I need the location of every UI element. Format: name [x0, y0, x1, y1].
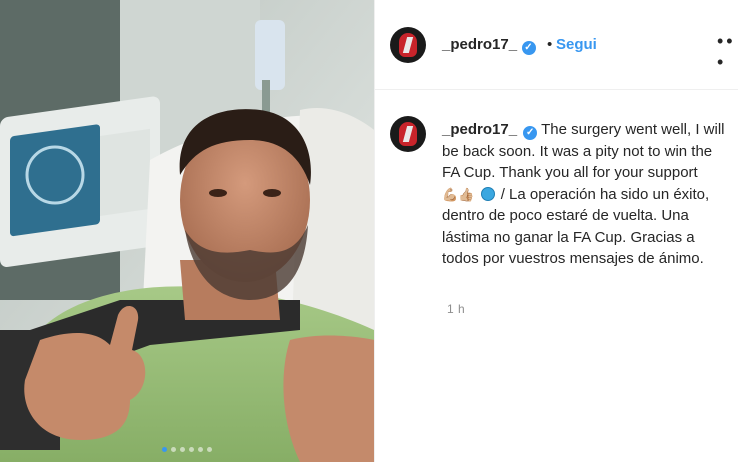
avatar[interactable]	[390, 116, 426, 152]
carousel-dot[interactable]	[189, 447, 194, 452]
carousel-dot[interactable]	[198, 447, 203, 452]
post-image	[0, 0, 374, 462]
emoji-muscle-thumbs: 💪🏼👍🏼	[442, 186, 475, 202]
post-side-panel: _pedro17_ ✓ • Segui • • • _pedro17_ ✓ Th…	[374, 0, 738, 462]
blue-circle-emoji-icon	[480, 186, 495, 201]
header-username-wrap: _pedro17_ ✓	[442, 36, 536, 55]
verified-badge-icon: ✓	[521, 41, 536, 55]
separator-dot: •	[547, 36, 553, 53]
post-timestamp[interactable]: 1 h	[447, 302, 465, 316]
carousel-dot[interactable]	[207, 447, 212, 452]
carousel-dot[interactable]	[162, 447, 167, 452]
caption-username-link[interactable]: _pedro17_	[442, 121, 517, 138]
post-photo[interactable]	[0, 0, 374, 462]
carousel-dots	[0, 447, 374, 452]
avatar[interactable]	[390, 27, 426, 63]
caption-text: _pedro17_ ✓ The surgery went well, I wil…	[442, 119, 730, 270]
monitor	[0, 96, 160, 267]
follow-button[interactable]: Segui	[556, 36, 597, 53]
username-link[interactable]: _pedro17_	[442, 36, 517, 53]
carousel-dot[interactable]	[180, 447, 185, 452]
carousel-dot[interactable]	[171, 447, 176, 452]
post-header: _pedro17_ ✓ • Segui • • •	[375, 0, 738, 90]
verified-badge-icon: ✓	[523, 126, 538, 140]
more-options-icon[interactable]: • • •	[717, 31, 738, 73]
